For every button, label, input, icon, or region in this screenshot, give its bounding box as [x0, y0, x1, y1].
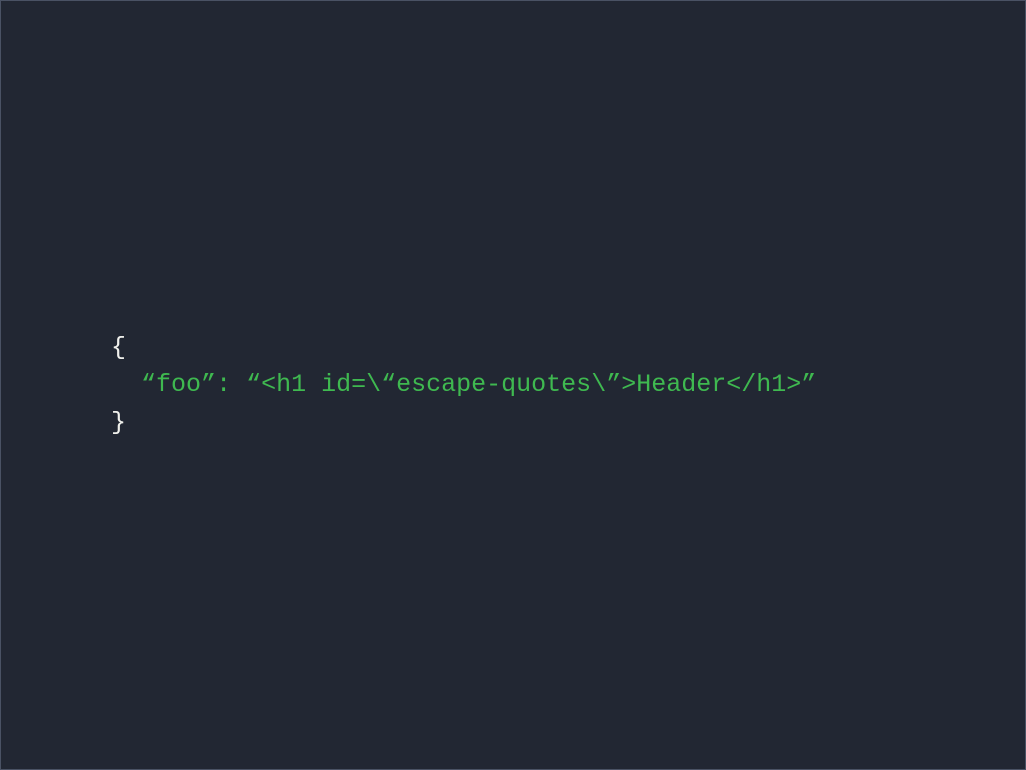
escape-backslash-1: \ — [366, 370, 381, 399]
escape-backslash-2: \ — [591, 370, 606, 399]
json-key-close: ” — [201, 370, 216, 399]
json-val-open: “ — [246, 370, 261, 399]
json-val-p3: ”>Header</h1> — [606, 370, 801, 399]
json-val-close: ” — [801, 370, 816, 399]
json-key: foo — [156, 370, 201, 399]
close-brace: } — [111, 408, 126, 437]
code-snippet: { “foo”: “<h1 id=\“escape-quotes\”>Heade… — [111, 329, 816, 442]
json-val-p1: <h1 id= — [261, 370, 366, 399]
open-brace: { — [111, 333, 126, 362]
indent — [111, 370, 141, 399]
json-key-open: “ — [141, 370, 156, 399]
json-colon: : — [216, 370, 246, 399]
json-val-p2: “escape-quotes — [381, 370, 591, 399]
